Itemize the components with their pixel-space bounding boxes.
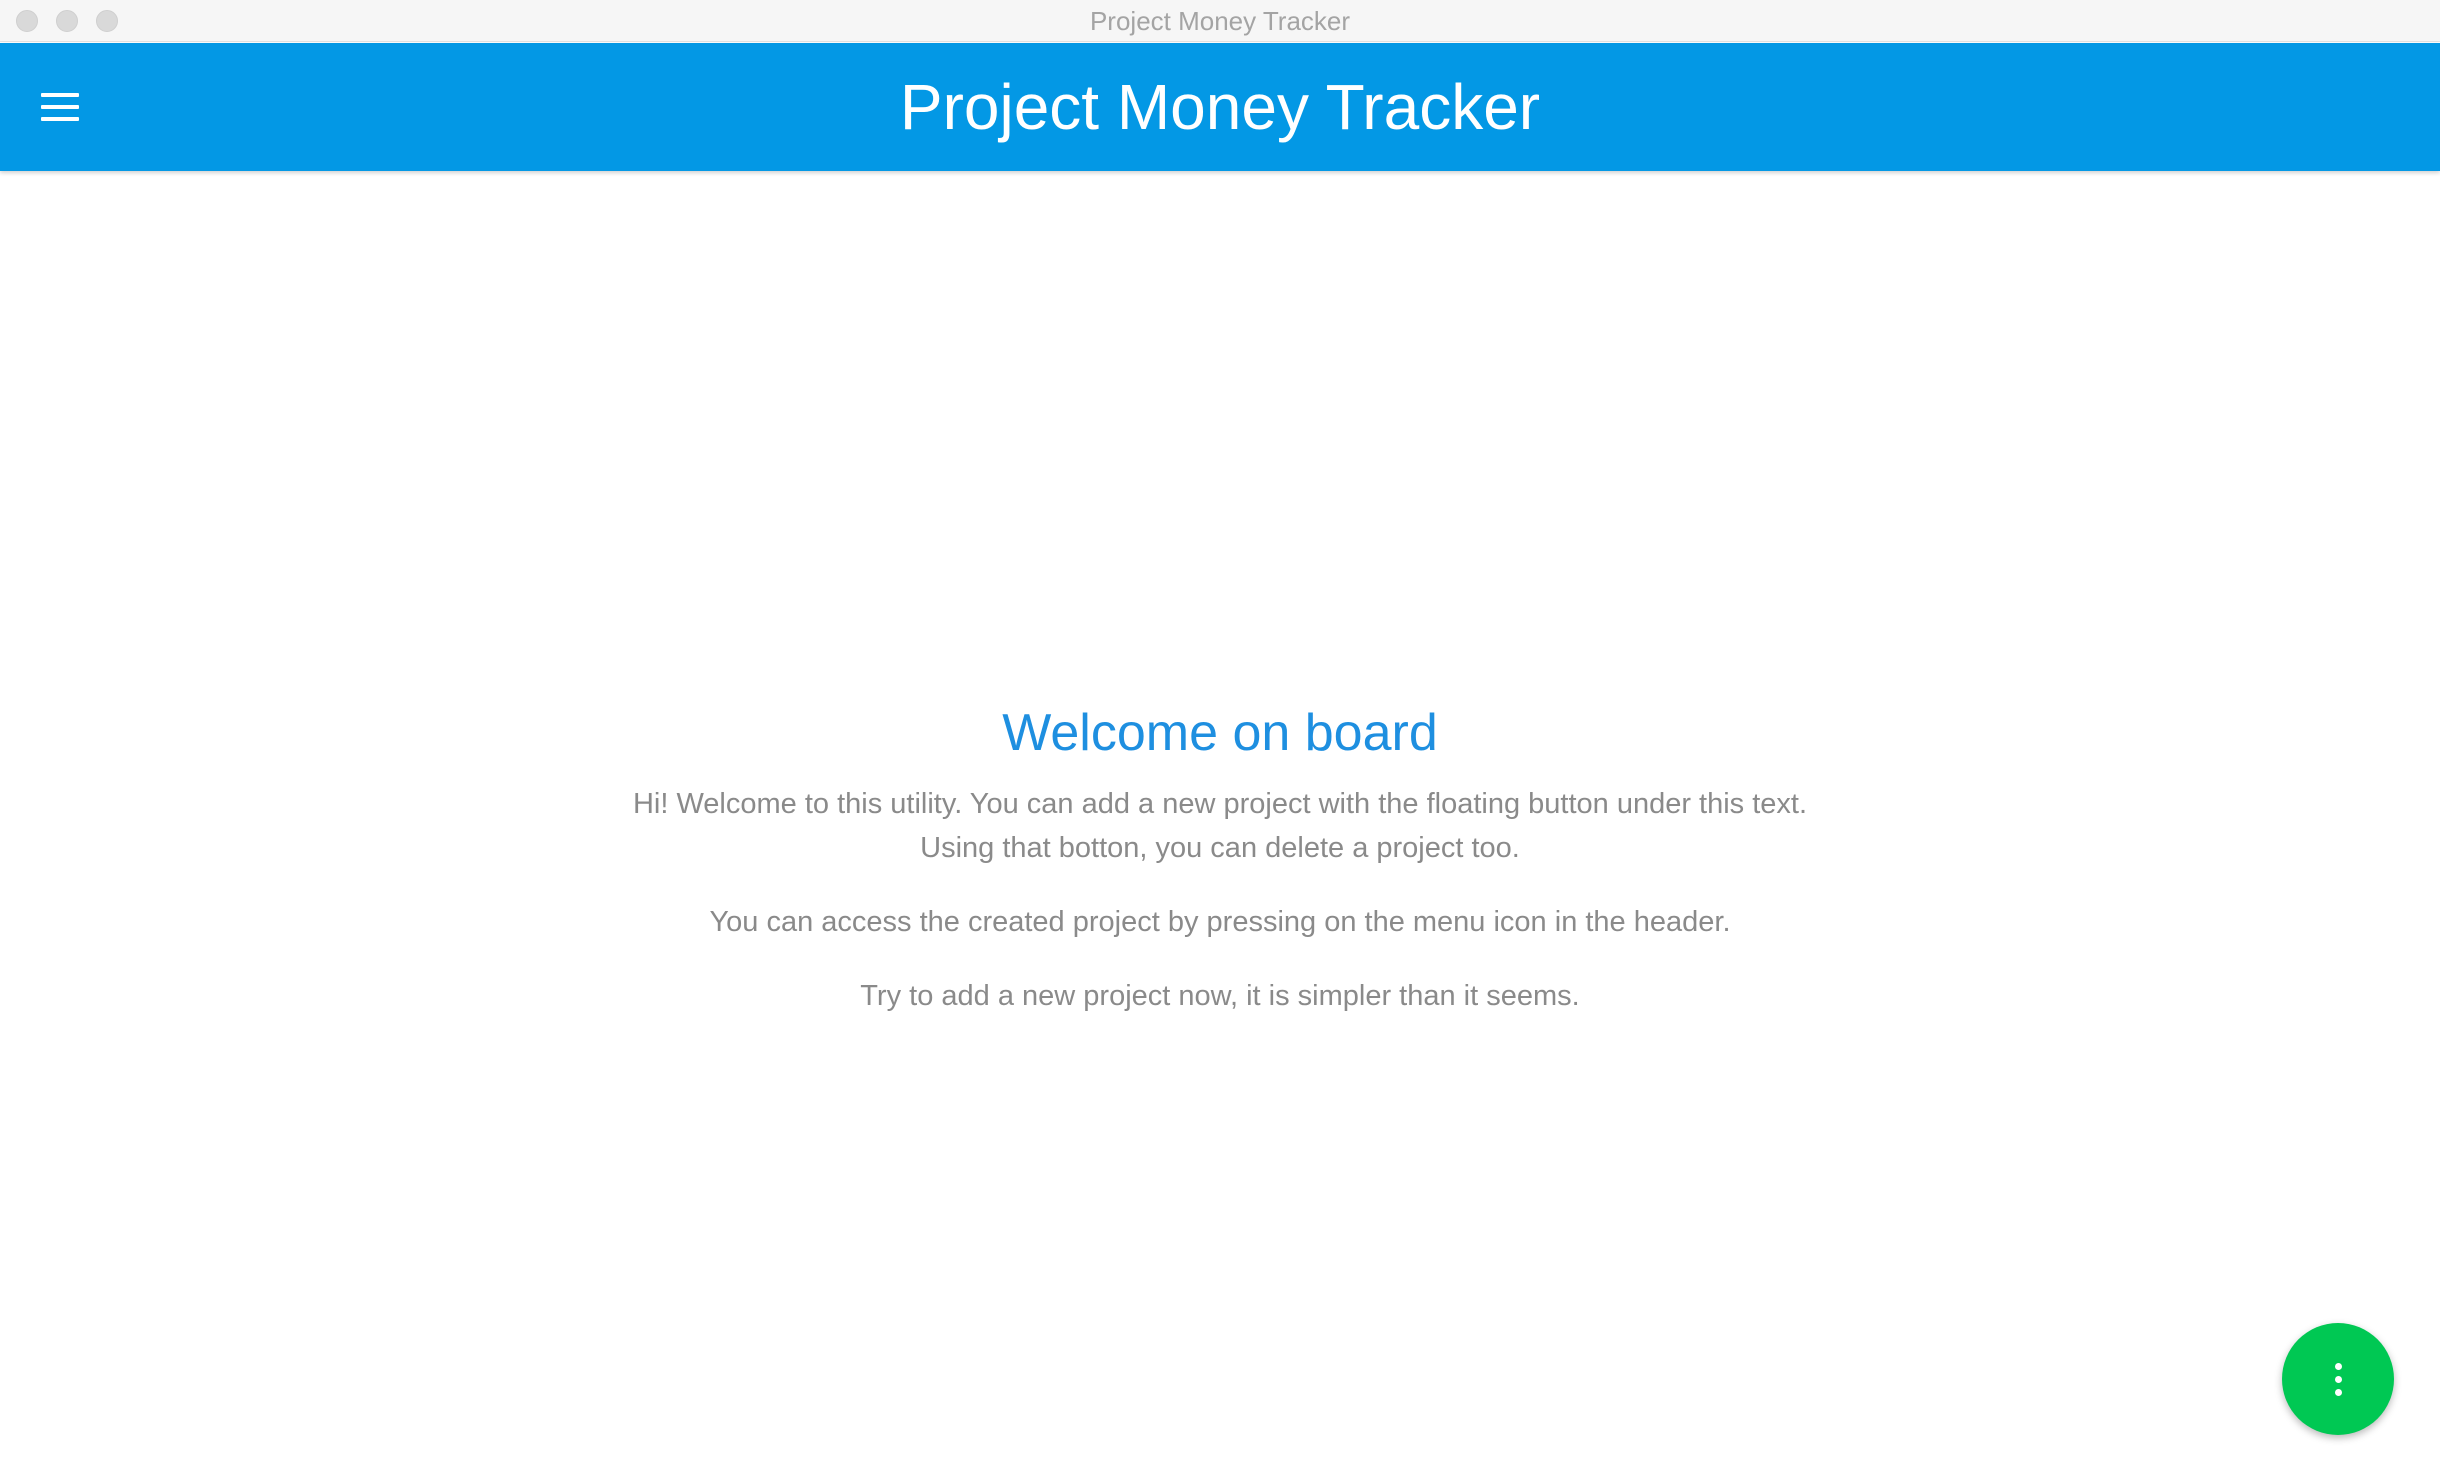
welcome-heading: Welcome on board (1002, 704, 1438, 762)
welcome-paragraph-2: You can access the created project by pr… (709, 906, 1731, 938)
welcome-section: Welcome on board Hi! Welcome to this uti… (0, 700, 2440, 1018)
app-header: Project Money Tracker (0, 43, 2440, 171)
welcome-paragraph-1-line-1: Hi! Welcome to this utility. You can add… (632, 788, 1808, 820)
floating-action-button[interactable] (2282, 1323, 2394, 1435)
more-vertical-icon (2334, 1388, 2342, 1396)
app-window: Project Money Tracker Project Money Trac… (0, 0, 2440, 1482)
welcome-paragraph-1-line-2: Using that botton, you can delete a proj… (920, 832, 1520, 864)
welcome-paragraph-3: Try to add a new project now, it is simp… (860, 980, 1580, 1012)
app-title: Project Money Tracker (899, 71, 1541, 143)
more-vertical-icon (2334, 1375, 2342, 1383)
window-titlebar: Project Money Tracker (0, 0, 2440, 42)
welcome-paragraph-1: Hi! Welcome to this utility. You can add… (0, 782, 2440, 870)
more-vertical-icon (2334, 1362, 2342, 1370)
window-title: Project Money Tracker (1089, 6, 1351, 36)
